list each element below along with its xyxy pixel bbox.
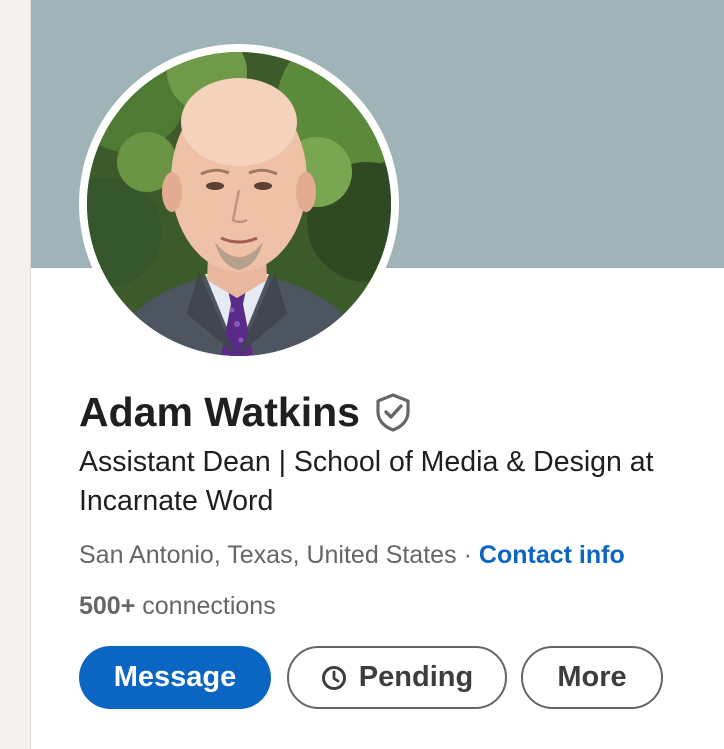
more-button[interactable]: More [521, 646, 663, 709]
connections-label: connections [142, 592, 276, 620]
clock-icon [321, 665, 347, 691]
profile-name-row: Adam Watkins [79, 384, 412, 440]
profile-photo[interactable] [87, 52, 391, 356]
headline-line-1: Assistant Dean | School of Media & Desig… [79, 446, 654, 478]
pending-button[interactable]: Pending [287, 646, 507, 709]
connections-row[interactable]: 500+ connections [79, 589, 276, 623]
profile-location: San Antonio, Texas, United States [79, 541, 457, 569]
page-background-strip [0, 0, 30, 749]
profile-card: Adam Watkins Assistant Dean | School of … [30, 0, 724, 749]
pending-button-label: Pending [358, 661, 474, 693]
headline-line-2: Incarnate Word [79, 485, 274, 517]
location-row: San Antonio, Texas, United States · Contac… [79, 538, 625, 572]
profile-photo-frame[interactable] [79, 44, 399, 364]
connections-count: 500+ [79, 592, 136, 620]
separator-dot: · [463, 541, 472, 569]
profile-headline: Assistant Dean | School of Media & Desig… [79, 443, 724, 521]
contact-info-link[interactable]: Contact info [479, 541, 625, 569]
profile-name: Adam Watkins [79, 388, 360, 435]
profile-photo-illustration [87, 52, 391, 356]
message-button-label: Message [113, 661, 237, 693]
more-button-label: More [557, 661, 627, 693]
verified-shield-icon[interactable] [374, 392, 412, 432]
message-button[interactable]: Message [79, 646, 271, 709]
